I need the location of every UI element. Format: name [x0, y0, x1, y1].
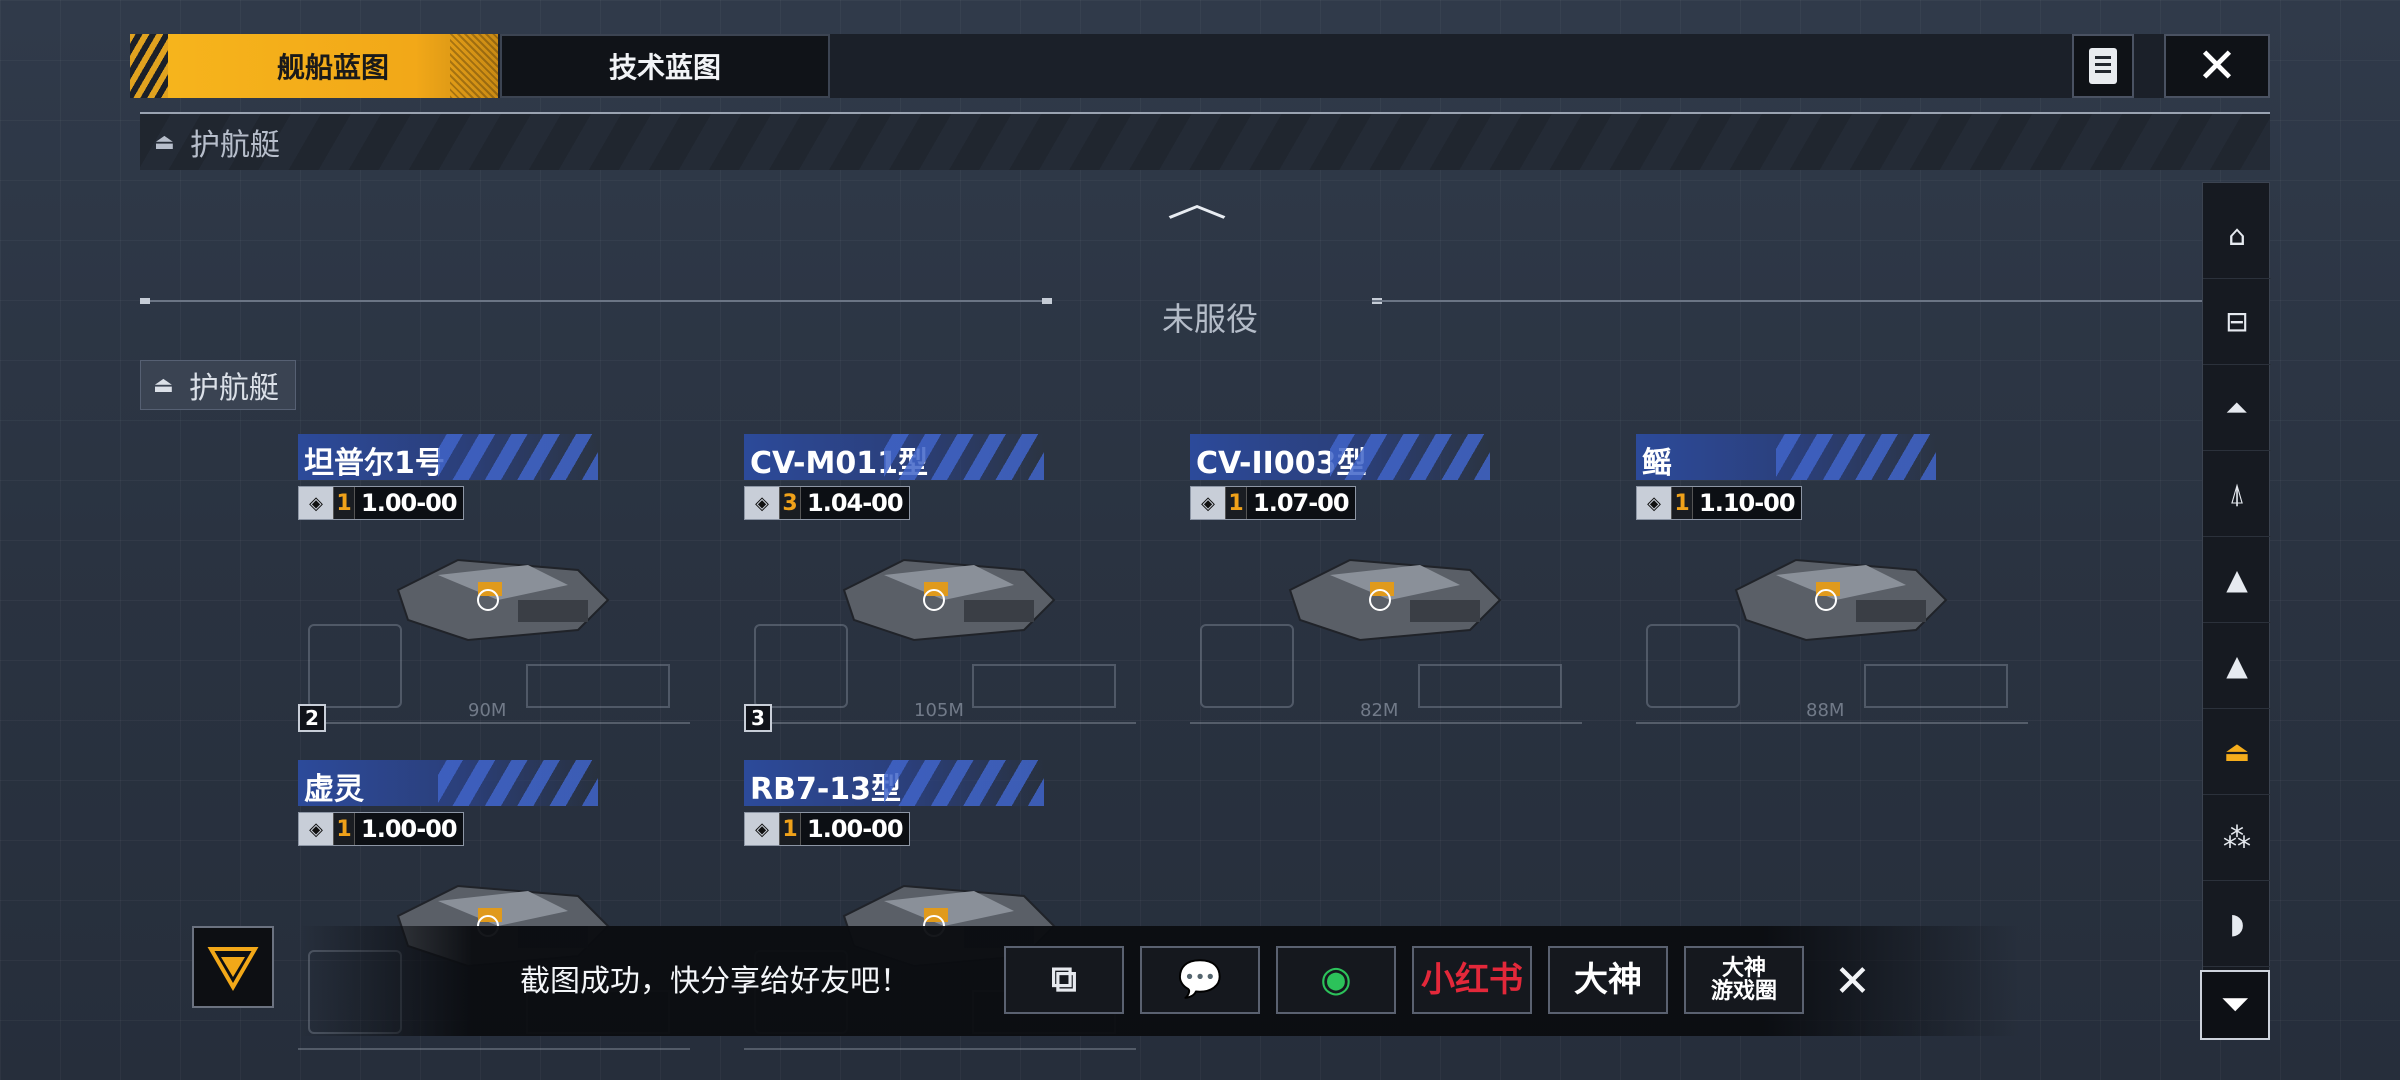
wing-icon: ◈: [1637, 487, 1671, 519]
category-tag: ⏏ 护航艇: [140, 360, 296, 410]
share-screen-share-button[interactable]: ⧉: [1004, 946, 1124, 1014]
toast-message: 截图成功，快分享给好友吧！: [520, 964, 910, 999]
close-button[interactable]: ✕: [2164, 34, 2270, 98]
ship-tier: 1: [779, 813, 801, 845]
ship-length: 88M: [1806, 700, 1845, 721]
escort-icon: ⏏: [153, 373, 174, 398]
name-stripe: [1776, 434, 1936, 480]
name-stripe: [438, 434, 598, 480]
ship-model-image: [1288, 558, 1502, 642]
destroyer-icon: ⍋: [2228, 476, 2246, 510]
ship-quantity-badge: 2: [298, 704, 326, 732]
share-xiaohongshu-button[interactable]: 小红书: [1412, 946, 1532, 1014]
close-icon: ✕: [2196, 38, 2238, 94]
status-divider-label: 未服役: [1161, 300, 1258, 338]
ship-stats: ◈ 1 1.00-00: [298, 486, 464, 520]
filter-icon: ⏷: [2220, 984, 2250, 1025]
ship-tier: 1: [333, 813, 355, 845]
sidebar-item-misc[interactable]: ◗: [2203, 881, 2271, 967]
ship-card[interactable]: 坦普尔1号 ◈ 1 1.00-00 90M 2: [298, 434, 690, 734]
ship-version: 1.10-00: [1699, 489, 1796, 517]
name-stripe: [1330, 434, 1490, 480]
tab-ship-blueprint[interactable]: 舰船蓝图: [168, 34, 498, 98]
ship-model-image: [1734, 558, 1948, 642]
sidebar-item-escort[interactable]: ⏏: [2203, 709, 2271, 795]
name-stripe: [884, 760, 1044, 806]
ship-version: 1.00-00: [361, 815, 458, 843]
cruiser-icon: ⏶: [2225, 390, 2249, 424]
game-logo: [192, 926, 274, 1008]
ship-tier: 1: [1225, 487, 1247, 519]
ship-stats: ◈ 3 1.04-00: [744, 486, 910, 520]
collapse-chevron-icon[interactable]: ︿: [1167, 172, 1228, 227]
ship-stats: ◈ 1 1.00-00: [744, 812, 910, 846]
ship-version: 1.00-00: [361, 489, 458, 517]
carrier-icon: ⌂: [2228, 219, 2246, 252]
share-wechat-button[interactable]: 💬: [1140, 946, 1260, 1014]
ship-length: 105M: [914, 700, 964, 721]
ship-stats: ◈ 1 1.00-00: [298, 812, 464, 846]
escort-icon: ⏏: [2223, 735, 2251, 768]
ship-length: 90M: [468, 700, 507, 721]
ship-version: 1.04-00: [807, 489, 904, 517]
sidebar-item-corvette[interactable]: ▲: [2203, 623, 2271, 709]
filter-button[interactable]: ⏷: [2200, 970, 2270, 1040]
document-icon: [2089, 48, 2117, 84]
top-tab-bar: 舰船蓝图 技术蓝图 ✕: [130, 34, 2270, 98]
toast-close-button[interactable]: ✕: [1834, 956, 1871, 1007]
sidebar-item-frigate[interactable]: ▲: [2203, 537, 2271, 623]
sidebar-item-fighter[interactable]: ⁂: [2203, 795, 2271, 881]
logo-icon: [207, 947, 259, 991]
globe-icon: ◈: [1191, 487, 1225, 519]
ship-card[interactable]: CV-II003型 ◈ 1 1.07-00 82M: [1190, 434, 1582, 734]
ship-icon: ◈: [299, 813, 333, 845]
divider-marker: [1042, 298, 1052, 304]
ship-card[interactable]: 鳐 ◈ 1 1.10-00 88M: [1636, 434, 2028, 734]
ship-stats: ◈ 1 1.10-00: [1636, 486, 1802, 520]
divider-line-left: [140, 300, 1048, 302]
share-dashen-button[interactable]: 大神: [1548, 946, 1668, 1014]
ship-tier: 3: [779, 487, 801, 519]
sidebar-item-destroyer[interactable]: ⍋: [2203, 451, 2271, 537]
ship-model-image: [842, 558, 1056, 642]
share-dashen-circle-button[interactable]: 大神 游戏圈: [1684, 946, 1804, 1014]
tab-bar-stripe: [130, 34, 168, 98]
sidebar-item-cruiser[interactable]: ⏶: [2203, 365, 2271, 451]
ship-model-image: [396, 558, 610, 642]
frigate-icon: ▲: [2226, 563, 2248, 596]
corvette-icon: ▲: [2226, 649, 2248, 682]
ship-card[interactable]: CV-M011型 ◈ 3 1.04-00 105M 3: [744, 434, 1136, 734]
sidebar-item-carrier[interactable]: ⌂: [2203, 193, 2271, 279]
ship-tier: 1: [333, 487, 355, 519]
divider-line-right: [1372, 300, 2202, 302]
ship-quantity-badge: 3: [744, 704, 772, 732]
battleship-icon: ⊟: [2225, 305, 2249, 338]
category-sidebar: ⌂ ⊟ ⏶ ⍋ ▲ ▲ ⏏ ⁂ ◗: [2202, 182, 2271, 1040]
document-button[interactable]: [2072, 34, 2134, 98]
ship-version: 1.00-00: [807, 815, 904, 843]
name-stripe: [438, 760, 598, 806]
wing-icon: ◈: [745, 813, 779, 845]
globe-icon: ◈: [745, 487, 779, 519]
misc-icon: ◗: [2229, 907, 2245, 940]
divider-marker: [140, 298, 150, 304]
sidebar-item-battleship[interactable]: ⊟: [2203, 279, 2271, 365]
fighter-icon: ⁂: [2223, 821, 2251, 854]
ship-version: 1.07-00: [1253, 489, 1350, 517]
name-stripe: [884, 434, 1044, 480]
section-header[interactable]: ⏏ 护航艇: [140, 114, 2270, 170]
ship-card[interactable]: RB7-13型 ◈ 1 1.00-00: [744, 760, 1136, 1050]
ship-length: 82M: [1360, 700, 1399, 721]
share-moments-button[interactable]: ◉: [1276, 946, 1396, 1014]
section-title: 护航艇: [190, 128, 280, 163]
ship-stats: ◈ 1 1.07-00: [1190, 486, 1356, 520]
emblem-icon: ◈: [299, 487, 333, 519]
ship-card[interactable]: 虚灵 ◈ 1 1.00-00: [298, 760, 690, 1050]
escort-icon: ⏏: [154, 130, 175, 155]
ship-tier: 1: [1671, 487, 1693, 519]
category-tag-label: 护航艇: [189, 371, 279, 406]
tab-tech-blueprint[interactable]: 技术蓝图: [500, 34, 830, 98]
